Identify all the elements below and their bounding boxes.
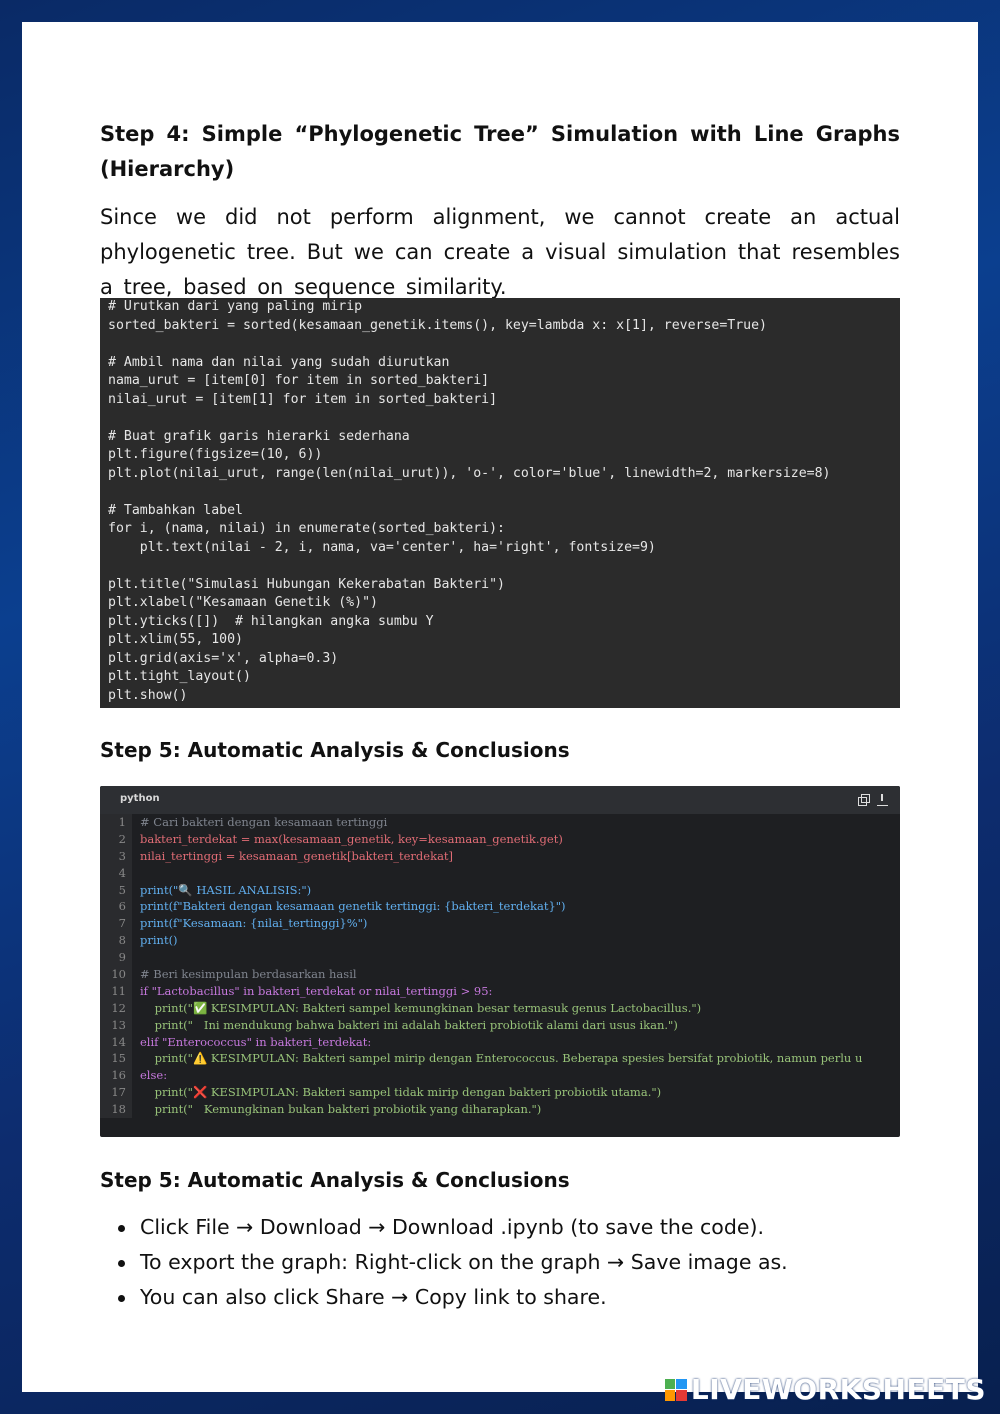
logo-tile [664,1390,676,1401]
code-screenshot-analysis: python 1 2 3 4 5 6 7 8 9 10 11 12 13 14 … [100,786,900,1137]
code-line: plt.plot(nilai_urut, range(len(nilai_uru… [108,465,831,481]
logo-tile [676,1378,687,1389]
code-line: print(f"Bakteri dengan kesamaan genetik … [140,899,566,914]
code-block-header: python [100,786,900,814]
code-line: nilai_urut = [item[1] for item in sorted… [108,391,498,407]
code-line: # Urutkan dari yang paling mirip [108,299,363,314]
code-line: plt.show() [108,687,188,703]
line-number: 2 [118,831,126,846]
code1-lines: # Urutkan dari yang paling mirip sorted_b… [108,298,892,705]
code-line: print("❌ KESIMPULAN: Bakteri sampel tida… [140,1085,662,1100]
code-line: plt.tight_layout() [108,669,251,684]
line-number: 5 [118,882,126,897]
code-block-tools [858,794,888,806]
list-item: Click File → Download → Download .ipynb … [118,1210,788,1245]
code-line: for i, (nama, nilai) in enumerate(sorted… [108,521,505,536]
code-line: plt.xlim(55, 100) [108,632,243,647]
line-number: 14 [111,1034,126,1049]
code-line: elif "Enterococcus" in bakteri_terdekat: [140,1034,372,1049]
code-line: print() [140,933,178,948]
code-line: print("⚠️ KESIMPULAN: Bakteri sampel mir… [140,1051,863,1066]
code-line: plt.xlabel("Kesamaan Genetik (%)") [108,595,378,610]
liveworksheets-brand[interactable]: LIVEWORKSHEETS [664,1373,986,1406]
line-number: 18 [111,1102,126,1117]
worksheet-page: Step 4: Simple “Phylogenetic Tree” Simul… [22,22,978,1392]
line-number: 10 [111,967,126,982]
code-line: print("✅ KESIMPULAN: Bakteri sampel kemu… [140,1000,702,1015]
logo-tile [676,1390,687,1401]
code-line: # Ambil nama dan nilai yang sudah diurut… [108,354,450,370]
logo-tile [664,1378,676,1389]
brand-name: LIVEWORKSHEETS [690,1373,986,1406]
code-screenshot-plot: # Urutkan dari yang paling mirip sorted_b… [100,298,900,708]
code-line: # Beri kesimpulan berdasarkan hasil [140,967,357,982]
line-number: 3 [118,848,126,863]
code-line: plt.text(nilai - 2, i, nama, va='center'… [108,539,656,555]
code-line: print("🔍 HASIL ANALISIS:") [140,882,312,897]
line-number: 17 [111,1085,126,1100]
copy-icon[interactable] [858,794,870,806]
line-number: 9 [118,950,126,965]
line-number: 4 [118,865,126,880]
instructions-list: Click File → Download → Download .ipynb … [118,1210,788,1315]
code-line: # Tambahkan label [108,502,243,518]
step5-heading: Step 5: Automatic Analysis & Conclusions [100,738,570,762]
code-line: plt.title("Simulasi Hubungan Kekerabatan… [108,576,505,592]
line-number: 6 [118,899,126,914]
step5-heading-repeat: Step 5: Automatic Analysis & Conclusions [100,1168,570,1192]
code-line: print(" Ini mendukung bahwa bakteri ini … [140,1017,678,1032]
code-line: print(" Kemungkinan bukan bakteri probio… [140,1102,542,1117]
line-number: 1 [118,815,126,829]
code-line: if "Lactobacillus" in bakteri_terdekat o… [140,983,493,998]
code-line: plt.yticks([]) # hilangkan angka sumbu Y [108,613,434,629]
line-number: 8 [118,933,126,948]
code-line: sorted_bakteri = sorted(kesamaan_genetik… [108,317,767,333]
code-line: print(f"Kesamaan: {nilai_tertinggi}%") [140,916,368,931]
code-source: # Cari bakteri dengan kesamaan tertinggi… [132,814,862,1118]
code-line: # Buat grafik garis hierarki sederhana [108,428,410,444]
download-icon[interactable] [877,794,888,806]
step4-heading: Step 4: Simple “Phylogenetic Tree” Simul… [100,122,900,181]
line-number: 12 [111,1000,126,1015]
code-line: else: [140,1068,168,1083]
code-line: nama_urut = [item[0] for item in sorted_… [108,373,490,388]
language-label: python [120,793,160,804]
step4-paragraph: Since we did not perform alignment, we c… [100,205,900,299]
code-line: plt.figure(figsize=(10, 6)) [108,447,323,462]
line-number: 11 [111,983,126,998]
line-number-gutter: 1 2 3 4 5 6 7 8 9 10 11 12 13 14 15 16 1 [100,814,132,1119]
code-line: bakteri_terdekat = max(kesamaan_genetik,… [140,831,563,846]
list-item: To export the graph: Right-click on the … [118,1245,788,1280]
line-number: 15 [111,1051,126,1066]
code-block-body: 1 2 3 4 5 6 7 8 9 10 11 12 13 14 15 16 1 [100,814,900,1119]
list-item: You can also click Share → Copy link to … [118,1280,788,1315]
code-line: # Cari bakteri dengan kesamaan tertinggi [140,815,388,829]
line-number: 16 [111,1068,126,1083]
line-number: 7 [118,916,126,931]
line-number: 13 [111,1017,126,1032]
code-line: nilai_tertinggi = kesamaan_genetik[bakte… [140,848,454,863]
liveworksheets-logo-icon [664,1378,687,1401]
code-line: plt.grid(axis='x', alpha=0.3) [108,650,339,666]
